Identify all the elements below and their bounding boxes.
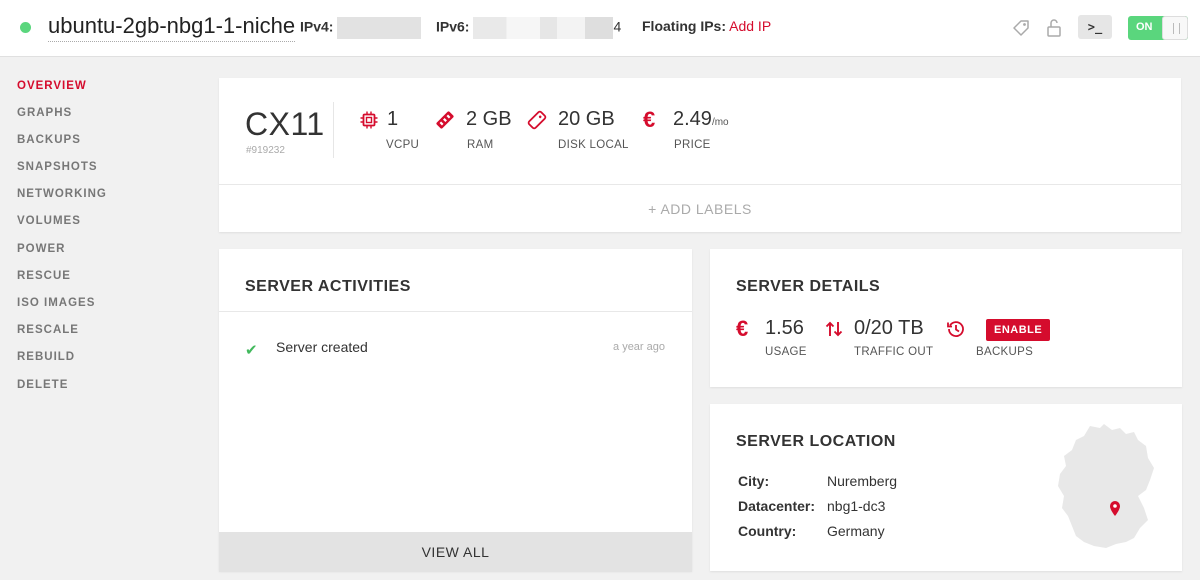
- cpu-icon: [360, 111, 378, 129]
- check-icon: ✔: [245, 342, 258, 359]
- euro-icon: €: [736, 316, 749, 341]
- server-status-indicator: [20, 22, 31, 33]
- view-all-button[interactable]: VIEW ALL: [219, 532, 692, 572]
- divider: [333, 102, 334, 158]
- add-ip-link[interactable]: Add IP: [729, 18, 771, 34]
- sidebar-item-delete[interactable]: DELETE: [17, 379, 68, 391]
- ipv4-label: IPv4:: [300, 18, 334, 35]
- server-name[interactable]: ubuntu-2gb-nbg1-1-niche: [48, 13, 296, 42]
- top-bar: ubuntu-2gb-nbg1-1-niche IPv4: IPv6: 4 Flo…: [0, 0, 1200, 57]
- server-location-title: SERVER LOCATION: [736, 433, 896, 450]
- sidebar-item-rebuild[interactable]: REBUILD: [17, 351, 75, 363]
- price-unit: /mo: [711, 117, 729, 128]
- spec-disk-value: 20 GB: [558, 108, 615, 130]
- sidebar-item-graphs[interactable]: GRAPHS: [17, 107, 72, 119]
- activity-text: Server created: [276, 339, 368, 355]
- spec-ram-label: RAM: [467, 139, 494, 151]
- list-item: ✔ Server created a year ago: [245, 339, 665, 359]
- euro-icon: €: [643, 107, 656, 132]
- spec-disk-label: DISK LOCAL: [558, 139, 629, 151]
- spec-price-value: 2.49/mo: [673, 108, 729, 131]
- sidebar-item-volumes[interactable]: VOLUMES: [17, 215, 81, 227]
- add-labels-button[interactable]: + ADD LABELS: [219, 184, 1181, 232]
- ipv6-suffix: 4: [613, 18, 622, 35]
- city-label: City:: [738, 473, 770, 489]
- sidebar-item-snapshots[interactable]: SNAPSHOTS: [17, 161, 98, 173]
- traffic-arrows-icon: [825, 321, 843, 337]
- console-button[interactable]: >_: [1078, 15, 1112, 39]
- country-label: Country:: [738, 523, 797, 539]
- floating-ips-field: Floating IPs: Add IP: [642, 17, 771, 35]
- ipv4-redacted-value: [337, 17, 422, 39]
- datacenter-value: nbg1-dc3: [827, 498, 886, 514]
- spec-vcpu-value: 1: [387, 108, 399, 130]
- history-icon: [947, 321, 964, 337]
- country-value: Germany: [827, 523, 885, 539]
- sidebar-item-power[interactable]: POWER: [17, 243, 65, 255]
- server-id: #919232: [246, 145, 285, 156]
- tag-icon[interactable]: [1010, 17, 1032, 39]
- datacenter-label: Datacenter:: [738, 498, 816, 514]
- floating-ips-label: Floating IPs:: [642, 18, 726, 34]
- power-toggle[interactable]: ON: [1128, 16, 1188, 40]
- traffic-label: TRAFFIC OUT: [854, 346, 934, 358]
- ipv6-label: IPv6:: [436, 18, 470, 35]
- ipv6-redacted-value: [473, 17, 614, 39]
- lock-icon[interactable]: [1043, 17, 1065, 39]
- power-toggle-label: ON: [1136, 21, 1153, 33]
- sidebar-item-networking[interactable]: NETWORKING: [17, 188, 107, 200]
- city-value: Nuremberg: [827, 473, 898, 489]
- spec-price-label: PRICE: [674, 139, 711, 151]
- usage-value: 1.56: [765, 317, 804, 339]
- divider: [219, 311, 692, 312]
- sidebar-item-rescale[interactable]: RESCALE: [17, 324, 79, 336]
- enable-backups-button[interactable]: ENABLE: [986, 319, 1051, 341]
- plan-panel: CX11 #919232 1 VCPU 2 GB RAM 20 GB DISK …: [219, 78, 1181, 232]
- traffic-value: 0/20 TB: [854, 317, 924, 339]
- spec-ram-value: 2 GB: [466, 108, 512, 130]
- sidebar-item-iso-images[interactable]: ISO IMAGES: [17, 297, 95, 309]
- activity-time: a year ago: [613, 341, 665, 353]
- server-activities-title: SERVER ACTIVITIES: [245, 278, 411, 295]
- usage-label: USAGE: [765, 346, 807, 358]
- sidebar-item-backups[interactable]: BACKUPS: [17, 134, 81, 146]
- backups-label: BACKUPS: [976, 346, 1034, 358]
- plan-name: CX11: [245, 106, 325, 142]
- toggle-knob: [1162, 16, 1188, 40]
- server-details-panel: SERVER DETAILS € 1.56 USAGE 0/20 TB TRAF…: [710, 249, 1182, 387]
- disk-icon: [527, 110, 547, 130]
- sidebar-item-overview[interactable]: OVERVIEW: [17, 80, 87, 92]
- price-amount: 2.49: [673, 108, 712, 130]
- ipv4-field: IPv4:: [300, 17, 422, 39]
- server-details-title: SERVER DETAILS: [736, 278, 881, 295]
- spec-vcpu-label: VCPU: [386, 139, 420, 151]
- server-activities-panel: SERVER ACTIVITIES ✔ Server created a yea…: [219, 249, 692, 572]
- germany-map: [1058, 424, 1154, 548]
- sidebar-item-rescue[interactable]: RESCUE: [17, 270, 71, 282]
- server-location-panel: SERVER LOCATION City: Nuremberg Datacent…: [710, 404, 1182, 571]
- ipv6-field: IPv6: 4: [436, 17, 621, 39]
- ram-icon: [436, 111, 454, 129]
